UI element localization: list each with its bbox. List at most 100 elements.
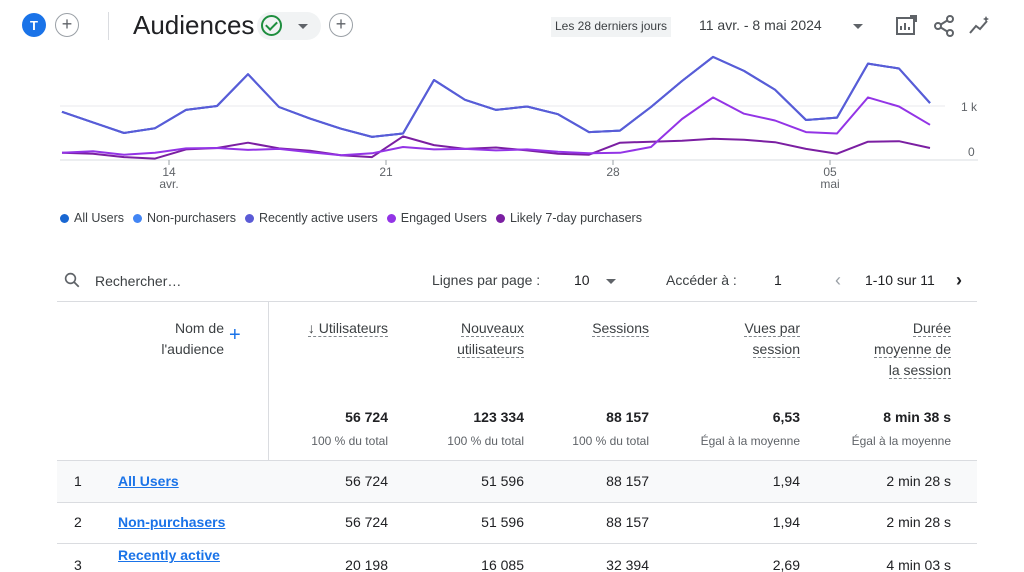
legend-item-engaged-users[interactable]: Engaged Users — [386, 211, 487, 225]
date-range-selector[interactable]: 11 avr. - 8 mai 2024 — [699, 17, 822, 33]
legend-dot — [60, 213, 69, 223]
header-line: Durée — [912, 320, 951, 337]
rows-per-page-label: Lignes par page : — [432, 272, 541, 288]
x-tick-label: 21 — [379, 165, 393, 179]
header-line: la session — [888, 362, 951, 379]
total-subtext: Égal à la moyenne — [700, 434, 800, 448]
column-header-vues-par-session[interactable]: Vues par session — [680, 318, 800, 360]
total-subtext: Égal à la moyenne — [851, 434, 951, 448]
legend-item-recently-active-users[interactable]: Recently active users — [244, 211, 378, 225]
total-subtext: 100 % du total — [311, 434, 388, 448]
table-cell: 4 min 03 s — [886, 557, 951, 572]
table-top-border — [57, 301, 977, 302]
table-cell: 56 724 — [345, 473, 388, 489]
audience-link[interactable]: All Users — [118, 473, 179, 489]
total-subtext: 100 % du total — [572, 434, 649, 448]
header-line: ↓ Utilisateurs — [307, 320, 388, 337]
dimension-header[interactable]: Nom de l'audience — [120, 318, 224, 360]
legend-item-all-users[interactable]: All Users — [60, 211, 124, 225]
top-bar: T + Audiences + Les 28 derniers jours 11… — [0, 0, 1024, 52]
column-header-nouveaux-utilisateurs[interactable]: Nouveaux utilisateurs — [410, 318, 524, 360]
header-line: session — [752, 341, 800, 358]
property-avatar[interactable]: T — [22, 13, 46, 37]
header-line: Vues par — [744, 320, 800, 337]
table-cell: 1,94 — [772, 473, 800, 489]
table-cell: 2 min 28 s — [886, 473, 951, 489]
table-cell: 1,94 — [772, 514, 800, 530]
insights-icon[interactable] — [968, 14, 992, 38]
share-icon[interactable] — [932, 14, 956, 38]
add-comparison-button[interactable]: + — [55, 13, 79, 37]
legend-item-likely-7-day-purchasers[interactable]: Likely 7-day purchasers — [495, 211, 642, 225]
goto-label: Accéder à : — [666, 272, 737, 288]
line-chart: 1 k 0 14 avr. 21 28 05 mai — [0, 52, 1024, 212]
table-cell: 51 596 — [481, 514, 524, 530]
header-line: moyenne de — [873, 341, 951, 358]
column-header-duree-moyenne-session[interactable]: Durée moyenne de la session — [820, 318, 951, 381]
date-dropdown-chevron-icon[interactable] — [853, 24, 863, 29]
series-line-recently-active-users — [61, 55, 931, 138]
previous-page-icon[interactable]: ‹ — [835, 271, 841, 289]
total-value: 6,53 — [772, 409, 800, 425]
audience-link[interactable]: Recently active — [118, 547, 220, 563]
legend-dot — [495, 213, 505, 223]
goto-page-input[interactable]: 1 — [774, 272, 782, 288]
table-cell: 16 085 — [481, 557, 524, 572]
chart-legend: All Users Non-purchasers Recently active… — [60, 210, 651, 226]
date-preset-label[interactable]: Les 28 derniers jours — [551, 17, 672, 37]
x-tick-sublabel: mai — [820, 177, 839, 191]
audience-link[interactable]: Non-purchasers — [118, 514, 225, 530]
row-number: 1 — [74, 473, 82, 489]
rows-per-page-select[interactable]: 10 — [574, 272, 590, 288]
column-header-sessions[interactable]: Sessions — [540, 318, 649, 339]
dimension-column-separator — [268, 302, 269, 460]
plus-icon: + — [61, 14, 73, 34]
table-cell: 2,69 — [772, 557, 800, 572]
legend-label: Likely 7-day purchasers — [509, 211, 642, 225]
legend-dot — [244, 213, 254, 223]
x-tick-label: 28 — [606, 165, 620, 179]
add-dimension-plus-icon[interactable]: + — [229, 325, 241, 345]
chevron-down-icon — [298, 24, 308, 29]
row-number: 3 — [74, 557, 82, 572]
legend-item-non-purchasers[interactable]: Non-purchasers — [133, 211, 236, 225]
table-cell: 51 596 — [481, 473, 524, 489]
total-value: 88 157 — [606, 409, 649, 425]
search-icon[interactable] — [63, 271, 81, 289]
table-cell: 56 724 — [345, 514, 388, 530]
column-header-utilisateurs[interactable]: ↓ Utilisateurs — [280, 318, 388, 339]
legend-label: Recently active users — [258, 211, 378, 225]
plus-icon: + — [335, 14, 347, 34]
header-line: Sessions — [592, 320, 649, 337]
next-page-icon[interactable]: › — [956, 271, 962, 289]
header-line: utilisateurs — [457, 341, 524, 358]
customize-report-icon[interactable] — [894, 14, 918, 38]
header-line: Nouveaux — [460, 320, 524, 337]
page-title: Audiences — [133, 10, 255, 40]
total-value: 56 724 — [345, 409, 388, 425]
row-number: 2 — [74, 514, 82, 530]
total-value: 123 334 — [473, 409, 524, 425]
table-cell: 2 min 28 s — [886, 514, 951, 530]
header-line: Nom de — [174, 320, 224, 336]
legend-dot — [133, 213, 143, 223]
table-cell: 32 394 — [606, 557, 649, 572]
total-value: 8 min 38 s — [883, 409, 951, 425]
divider — [108, 12, 109, 40]
series-line-non-purchasers — [61, 55, 931, 138]
total-subtext: 100 % du total — [447, 434, 524, 448]
rows-per-page-chevron-icon[interactable] — [606, 279, 616, 284]
page-range: 1-10 sur 11 — [865, 272, 935, 288]
y-tick-label: 0 — [968, 145, 975, 159]
legend-label: All Users — [74, 211, 125, 225]
add-filter-button[interactable]: + — [329, 13, 353, 37]
chart-svg: 1 k 0 14 avr. 21 28 05 mai — [60, 55, 978, 191]
table-cell: 88 157 — [606, 473, 649, 489]
check-circle-icon — [261, 15, 282, 36]
table-cell: 88 157 — [606, 514, 649, 530]
legend-dot — [386, 213, 396, 223]
table-cell: 20 198 — [345, 557, 388, 572]
x-tick-sublabel: avr. — [159, 177, 178, 191]
series-group — [61, 55, 931, 160]
search-input[interactable] — [95, 271, 295, 291]
